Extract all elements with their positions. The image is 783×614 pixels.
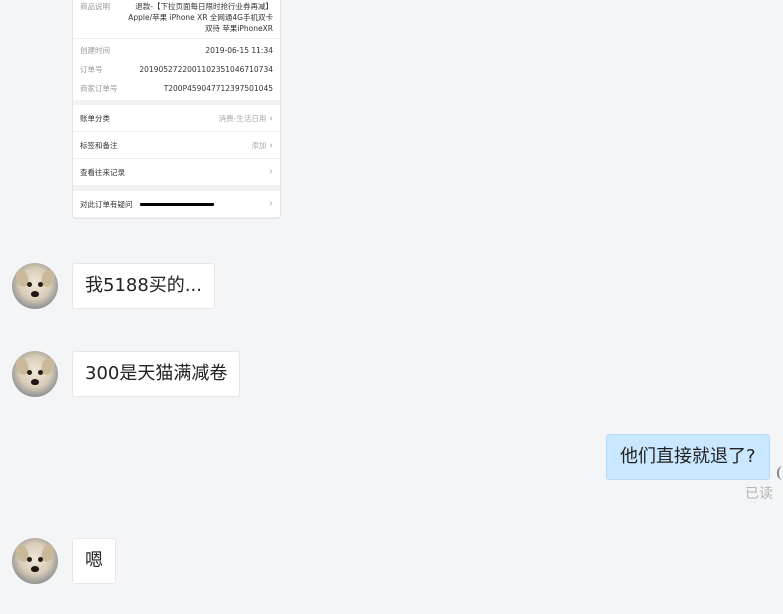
chat-message-incoming: 我5188买的...: [12, 263, 215, 309]
edge-indicator: [777, 466, 783, 480]
chat-message-outgoing: 他们直接就退了?: [606, 434, 770, 480]
history-records-item[interactable]: 查看往来记录 ›: [73, 159, 280, 186]
bill-category-label: 账单分类: [80, 113, 110, 123]
order-screenshot-card[interactable]: 商品说明 退款-【下拉页面每日限时抢行业券再减】Apple/苹果 iPhone …: [72, 0, 281, 219]
created-value: 2019-06-15 11:34: [205, 46, 273, 55]
order-id-label: 订单号: [80, 65, 103, 74]
merchant-order-label: 商家订单号: [80, 84, 118, 93]
bill-category-value: 消费-生活日用: [218, 113, 267, 123]
chat-message-incoming: 嗯: [12, 538, 116, 584]
redaction-scribble: [139, 203, 214, 206]
tags-notes-label: 标签和备注: [80, 140, 118, 150]
created-label: 创建时间: [80, 46, 110, 55]
chevron-right-icon: ›: [269, 113, 273, 124]
product-label: 商品说明: [80, 2, 110, 11]
order-question-label: 对此订单有疑问: [80, 199, 133, 209]
order-details-section: 创建时间 2019-06-15 11:34 订单号 20190527220011…: [73, 39, 280, 100]
chevron-right-icon: ›: [269, 167, 273, 177]
merchant-order-value: T200P459047712397501045: [163, 84, 273, 93]
order-product-section: 商品说明 退款-【下拉页面每日限时抢行业券再减】Apple/苹果 iPhone …: [73, 0, 280, 38]
tags-notes-item[interactable]: 标签和备注 添加 ›: [73, 132, 280, 159]
message-bubble[interactable]: 嗯: [72, 538, 116, 584]
chevron-right-icon: ›: [269, 140, 273, 151]
product-value: 退款-【下拉页面每日限时抢行业券再减】Apple/苹果 iPhone XR 全网…: [128, 2, 273, 33]
order-id-value: 2019052722001102351046710734: [139, 65, 273, 74]
avatar[interactable]: [12, 351, 58, 397]
message-bubble[interactable]: 300是天猫满减卷: [72, 351, 241, 397]
message-bubble[interactable]: 我5188买的...: [72, 263, 215, 309]
tags-notes-value: 添加: [251, 140, 267, 150]
order-question-item[interactable]: 对此订单有疑问 ›: [73, 191, 280, 217]
avatar[interactable]: [12, 263, 58, 309]
order-row-id: 订单号 2019052722001102351046710734: [73, 60, 280, 79]
bill-category-item[interactable]: 账单分类 消费-生活日用 ›: [73, 105, 280, 132]
message-bubble-mine[interactable]: 他们直接就退了?: [606, 434, 770, 480]
order-row-created: 创建时间 2019-06-15 11:34: [73, 41, 280, 60]
read-status: 已读: [745, 486, 773, 502]
chevron-right-icon: ›: [269, 199, 273, 209]
chat-message-incoming: 300是天猫满减卷: [12, 351, 241, 397]
history-records-label: 查看往来记录: [80, 167, 125, 177]
avatar[interactable]: [12, 538, 58, 584]
order-row-merchant-id: 商家订单号 T200P459047712397501045: [73, 79, 280, 98]
